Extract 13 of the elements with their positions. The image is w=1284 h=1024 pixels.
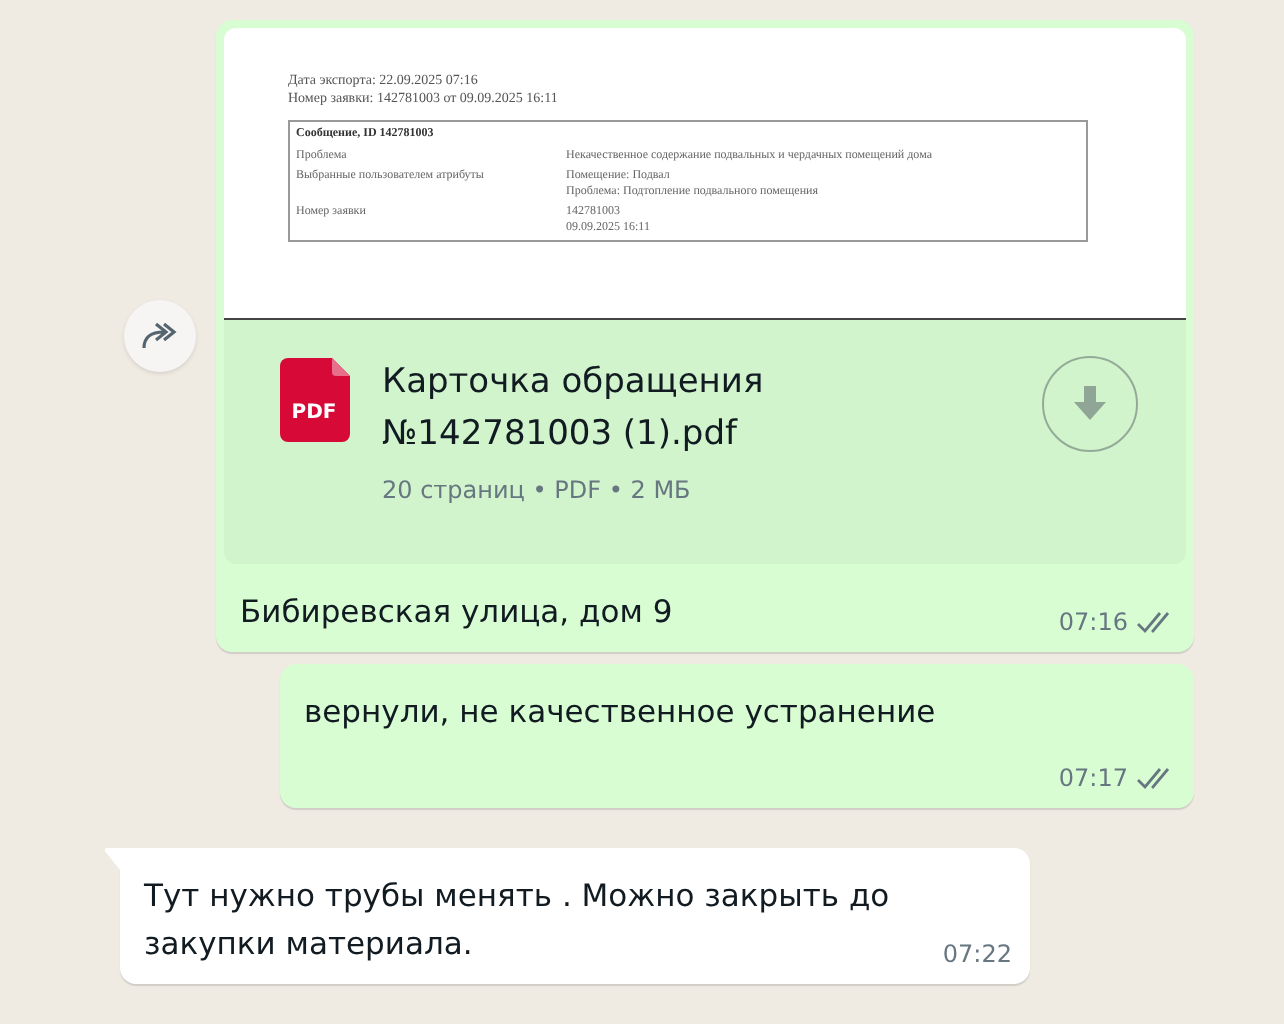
message-text: Тут нужно трубы менять . Можно закрыть до закупки материала. <box>144 876 892 966</box>
message-text: Бибиревская улица, дом 9 <box>240 592 673 634</box>
file-name: Карточка обращения №142781003 (1).pdf <box>382 360 766 458</box>
forward-button[interactable] <box>124 300 196 372</box>
file-card[interactable]: PDF Карточка обращения №142781003 (1).pdf 20 страниц • PDF • 2 МБ <box>224 320 1186 564</box>
message-time: 07:16 <box>1058 608 1128 636</box>
forward-icon <box>140 322 180 350</box>
download-icon <box>1074 386 1106 422</box>
message-text: вернули, не качественное устранение <box>304 692 938 734</box>
file-meta: 20 страниц • PDF • 2 МБ <box>382 476 693 504</box>
message-time: 07:22 <box>942 940 1012 968</box>
message-time: 07:17 <box>1058 764 1128 792</box>
pdf-file-icon: PDF <box>280 358 350 442</box>
